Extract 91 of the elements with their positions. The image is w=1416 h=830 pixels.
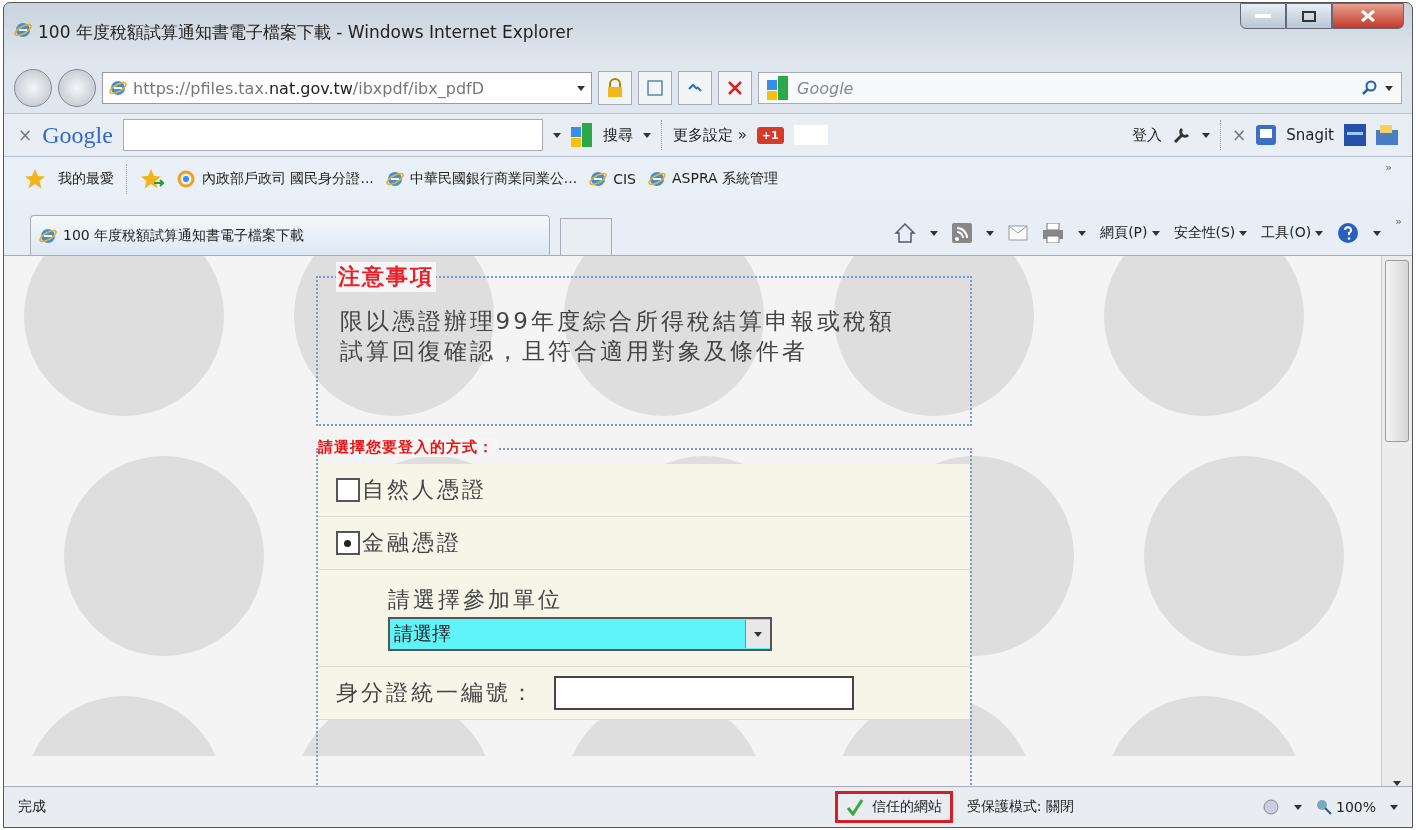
- caret-icon: [577, 85, 585, 91]
- caret-icon: [1390, 804, 1398, 810]
- notice-title: 注意事項: [335, 262, 436, 292]
- address-field[interactable]: https://pfiles.tax.nat.gov.tw/ibxpdf/ibx_pdfD: [102, 72, 592, 104]
- search-menu[interactable]: 搜尋: [602, 125, 633, 145]
- caret-icon: [1373, 230, 1382, 236]
- favorite-link[interactable]: CIS: [613, 171, 636, 187]
- id-label: 身分證統一編號：: [335, 679, 536, 707]
- favorite-link[interactable]: ASPRA 系統管理: [671, 170, 779, 188]
- caret-icon: [1315, 230, 1324, 236]
- close-icon: [1361, 10, 1375, 22]
- caret-icon: [1239, 230, 1248, 236]
- unit-dropdown[interactable]: 請選擇: [387, 617, 772, 651]
- ie-icon: [14, 21, 32, 39]
- more-settings-link[interactable]: 更多設定 »: [672, 125, 747, 145]
- radio-button[interactable]: [335, 531, 360, 555]
- lock-icon[interactable]: [598, 71, 632, 105]
- caret-icon: [1201, 132, 1210, 138]
- close-button[interactable]: [1332, 3, 1404, 29]
- ie-icon: [385, 170, 404, 188]
- back-button[interactable]: [14, 69, 52, 107]
- option-label[interactable]: 金融憑證: [361, 528, 462, 558]
- command-menu[interactable]: 網頁(P): [1100, 224, 1160, 242]
- minimize-icon: [1255, 14, 1271, 18]
- minimize-button[interactable]: [1240, 3, 1286, 29]
- caret-icon: [552, 132, 561, 138]
- ie-icon: [589, 170, 608, 188]
- close-toolbar-button[interactable]: ×: [1231, 125, 1247, 145]
- command-menu[interactable]: 安全性(S): [1173, 224, 1248, 242]
- caret-icon: [986, 230, 995, 236]
- stop-icon: [728, 81, 742, 95]
- snagit-button[interactable]: Snagit: [1286, 126, 1334, 144]
- refresh-button[interactable]: [678, 71, 712, 105]
- search-icon[interactable]: [1361, 80, 1377, 96]
- caret-icon: [1078, 230, 1087, 236]
- more-favorites-button[interactable]: »: [1385, 161, 1392, 174]
- notice-text: 限以憑證辦理99年度綜合所得稅結算申報或稅額試算回復確認，且符合適用對象及條件者: [339, 307, 896, 366]
- snagit-icon: [1256, 125, 1277, 145]
- caret-icon: [930, 230, 939, 236]
- favorite-link[interactable]: 中華民國銀行商業同業公...: [409, 170, 578, 188]
- security-zone[interactable]: 信任的網站: [834, 791, 953, 823]
- star-icon: [24, 168, 46, 190]
- favorite-link[interactable]: 內政部戶政司 國民身分證...: [202, 170, 374, 188]
- maximize-icon: [1302, 10, 1316, 22]
- zoom-button[interactable]: 100%: [1315, 799, 1376, 815]
- google-logo: Google: [42, 121, 113, 149]
- id-input-field[interactable]: [553, 676, 854, 710]
- caret-icon: [1385, 85, 1393, 91]
- sign-in-link[interactable]: 登入: [1131, 125, 1162, 145]
- url-text: https://pfiles.tax.nat.gov.tw/ibxpdf/ibx_pdfD: [133, 78, 484, 98]
- wrench-icon[interactable]: [1171, 125, 1192, 145]
- option-label[interactable]: 自然人憑證: [361, 475, 487, 505]
- caret-icon: [1151, 230, 1160, 236]
- caret-icon: [642, 132, 651, 138]
- favorites-button[interactable]: 我的最愛: [58, 170, 114, 188]
- magnifier-icon: [1315, 799, 1332, 815]
- page-icon: [109, 79, 127, 97]
- browser-tab[interactable]: 100 年度稅額試算通知書電子檔案下載: [30, 215, 550, 255]
- unit-label: 請選擇參加單位: [387, 586, 563, 614]
- compatibility-view-button[interactable]: [638, 71, 672, 105]
- scrollbar[interactable]: [1381, 256, 1412, 786]
- protected-mode-text: 受保護模式: 關閉: [966, 798, 1074, 816]
- plus-one-button[interactable]: +1: [756, 126, 784, 144]
- check-icon: [845, 798, 864, 816]
- forward-button[interactable]: [58, 69, 96, 107]
- google-icon: [767, 76, 789, 100]
- mail-icon[interactable]: [1008, 225, 1029, 241]
- add-favorite-icon[interactable]: [140, 168, 164, 190]
- login-title: 請選擇您要登入的方式：: [317, 438, 498, 457]
- help-icon[interactable]: [1337, 222, 1360, 244]
- close-toolbar-button[interactable]: ×: [18, 125, 33, 145]
- command-menu[interactable]: 工具(O): [1261, 224, 1324, 242]
- caret-icon: [753, 631, 762, 637]
- printer-icon[interactable]: [1042, 223, 1065, 243]
- window-title: 100 年度稅額試算通知書電子檔案下載 - Windows Internet Explorer: [38, 21, 574, 44]
- ie-icon: [39, 226, 57, 245]
- sync-icon: [176, 169, 196, 189]
- stop-button[interactable]: [718, 71, 752, 105]
- caret-icon: [1293, 804, 1302, 810]
- feed-icon[interactable]: [952, 223, 973, 243]
- maximize-button[interactable]: [1286, 3, 1332, 29]
- page-view-icon: [646, 79, 664, 97]
- status-text: 完成: [18, 798, 46, 816]
- google-icon: [570, 123, 593, 147]
- more-commands-button[interactable]: »: [1395, 215, 1402, 228]
- capture-icon[interactable]: [1344, 124, 1366, 146]
- ie-icon: [647, 170, 666, 188]
- radio-button[interactable]: [335, 478, 360, 502]
- google-search-field[interactable]: [122, 119, 543, 151]
- folder-icon[interactable]: [1376, 125, 1398, 145]
- home-icon[interactable]: [894, 222, 917, 244]
